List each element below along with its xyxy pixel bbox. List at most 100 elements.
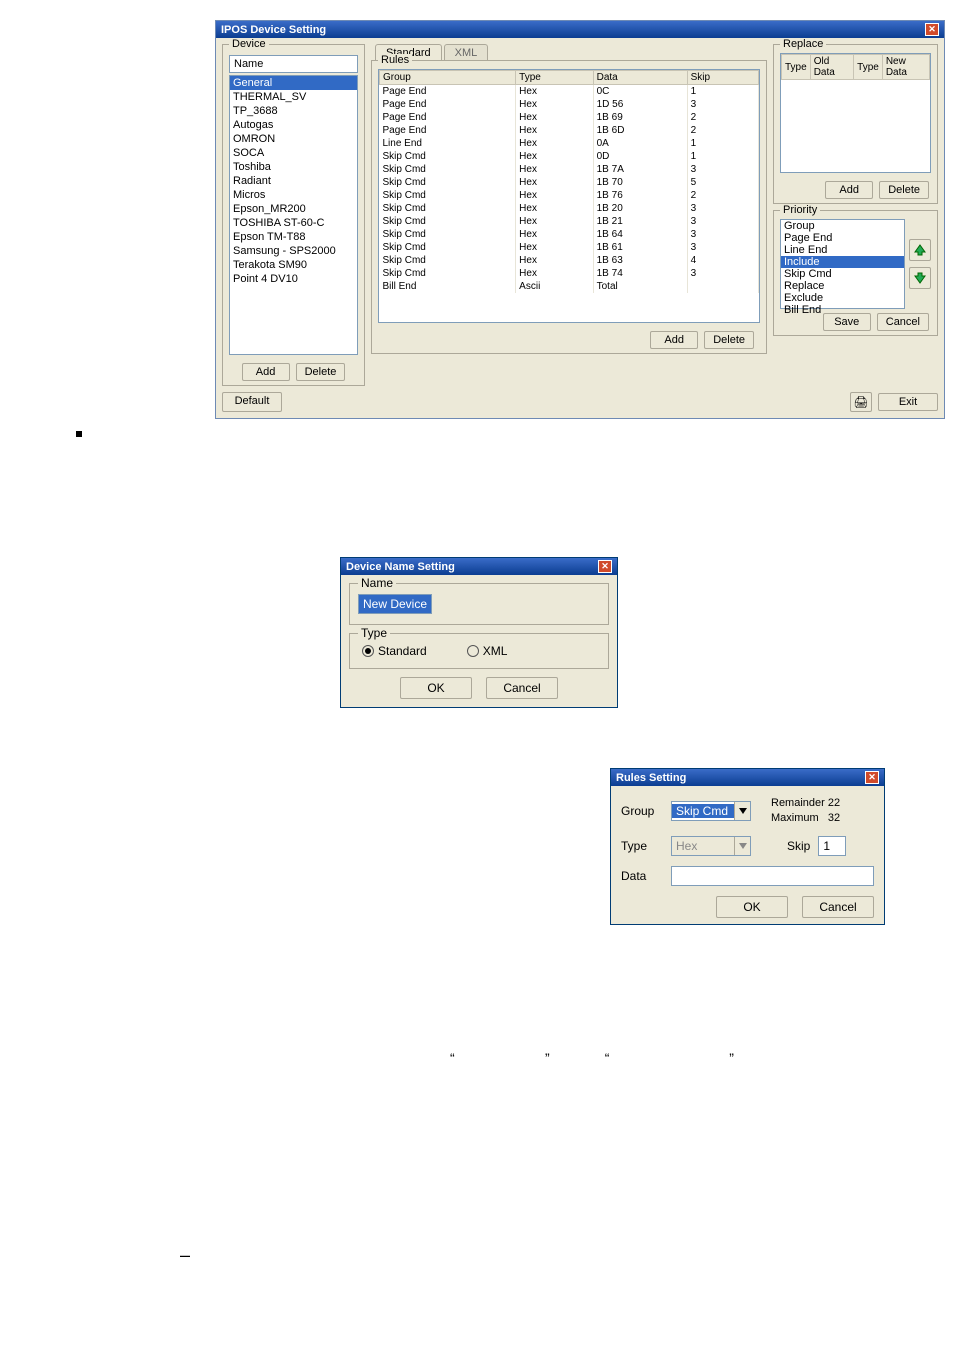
- cancel-button[interactable]: Cancel: [802, 896, 874, 918]
- dialog-title: Device Name Setting: [346, 561, 455, 573]
- rules-header[interactable]: Group: [380, 71, 516, 85]
- priority-item[interactable]: Include: [781, 256, 904, 268]
- replace-grid[interactable]: TypeOld DataTypeNew Data: [780, 53, 931, 173]
- data-input[interactable]: [671, 866, 874, 886]
- replace-header[interactable]: Old Data: [810, 55, 853, 80]
- exit-button[interactable]: Exit: [878, 393, 938, 411]
- rules-header[interactable]: Data: [593, 71, 687, 85]
- arrow-up-icon: [914, 244, 926, 256]
- rules-add-button[interactable]: Add: [650, 331, 698, 349]
- rules-grid[interactable]: GroupTypeDataSkip Page EndHex0C1Page End…: [378, 69, 760, 323]
- rules-header[interactable]: Skip: [687, 71, 758, 85]
- priority-item[interactable]: Group: [781, 220, 904, 232]
- window-title: IPOS Device Setting: [221, 24, 326, 36]
- priority-item[interactable]: Line End: [781, 244, 904, 256]
- table-row[interactable]: Skip CmdHex1B 613: [380, 241, 759, 254]
- remainder-maximum-text: Remainder 22 Maximum 32: [771, 796, 840, 826]
- rules-delete-button[interactable]: Delete: [704, 331, 754, 349]
- chevron-down-icon[interactable]: [734, 802, 750, 820]
- table-row[interactable]: Page EndHex1B 692: [380, 111, 759, 124]
- device-add-button[interactable]: Add: [242, 363, 290, 381]
- priority-fieldset: Priority GroupPage EndLine EndIncludeSki…: [773, 210, 938, 336]
- device-list-item[interactable]: Autogas: [230, 118, 357, 132]
- close-icon[interactable]: ✕: [925, 23, 939, 36]
- table-row[interactable]: Line EndHex0A1: [380, 137, 759, 150]
- replace-delete-button[interactable]: Delete: [879, 181, 929, 199]
- rules-legend: Rules: [378, 54, 412, 66]
- tab-bar: Standard XML: [375, 44, 767, 61]
- priority-legend: Priority: [780, 204, 820, 216]
- table-row[interactable]: Skip CmdHex1B 762: [380, 189, 759, 202]
- priority-list[interactable]: GroupPage EndLine EndIncludeSkip CmdRepl…: [780, 219, 905, 309]
- replace-add-button[interactable]: Add: [825, 181, 873, 199]
- table-row[interactable]: Skip CmdHex1B 705: [380, 176, 759, 189]
- priority-item[interactable]: Skip Cmd: [781, 268, 904, 280]
- name-legend: Name: [358, 576, 396, 590]
- device-delete-button[interactable]: Delete: [296, 363, 346, 381]
- replace-header[interactable]: New Data: [882, 55, 929, 80]
- table-row[interactable]: Skip CmdHex0D1: [380, 150, 759, 163]
- table-row[interactable]: Page EndHex1B 6D2: [380, 124, 759, 137]
- device-list-item[interactable]: Micros: [230, 188, 357, 202]
- tab-xml[interactable]: XML: [444, 44, 489, 61]
- priority-cancel-button[interactable]: Cancel: [877, 313, 929, 331]
- skip-input[interactable]: 1: [818, 836, 846, 856]
- ok-button[interactable]: OK: [400, 677, 472, 699]
- device-legend: Device: [229, 38, 269, 50]
- device-list[interactable]: GeneralTHERMAL_SVTP_3688AutogasOMRONSOCA…: [229, 75, 358, 355]
- group-combo[interactable]: Skip Cmd: [671, 801, 751, 821]
- table-row[interactable]: Skip CmdHex1B 7A3: [380, 163, 759, 176]
- bullet-marker: [76, 429, 884, 437]
- table-row[interactable]: Bill EndAsciiTotal: [380, 280, 759, 293]
- device-list-item[interactable]: Epson TM-T88: [230, 230, 357, 244]
- device-list-item[interactable]: Toshiba: [230, 160, 357, 174]
- device-list-item[interactable]: Terakota SM90: [230, 258, 357, 272]
- table-row[interactable]: Skip CmdHex1B 643: [380, 228, 759, 241]
- close-icon[interactable]: ✕: [598, 560, 612, 573]
- device-list-item[interactable]: OMRON: [230, 132, 357, 146]
- device-list-item[interactable]: Epson_MR200: [230, 202, 357, 216]
- rules-header[interactable]: Type: [516, 71, 593, 85]
- device-list-item[interactable]: Point 4 DV10: [230, 272, 357, 286]
- table-row[interactable]: Page EndHex0C1: [380, 85, 759, 99]
- device-list-item[interactable]: Radiant: [230, 174, 357, 188]
- device-list-item[interactable]: General: [230, 76, 357, 90]
- device-fieldset: Device Name GeneralTHERMAL_SVTP_3688Auto…: [222, 44, 365, 386]
- ipos-device-setting-window: IPOS Device Setting ✕ Device Name Genera…: [215, 20, 945, 419]
- device-name-input[interactable]: New Device: [358, 594, 432, 614]
- radio-off-icon: [467, 645, 479, 657]
- ok-button[interactable]: OK: [716, 896, 788, 918]
- table-row[interactable]: Skip CmdHex1B 634: [380, 254, 759, 267]
- device-list-item[interactable]: Samsung - SPS2000: [230, 244, 357, 258]
- table-row[interactable]: Page EndHex1D 563: [380, 98, 759, 111]
- table-row[interactable]: Skip CmdHex1B 213: [380, 215, 759, 228]
- device-list-item[interactable]: TP_3688: [230, 104, 357, 118]
- name-fieldset: Name New Device: [349, 583, 609, 625]
- default-button[interactable]: Default: [222, 392, 282, 412]
- priority-item[interactable]: Replace: [781, 280, 904, 292]
- chevron-down-icon: [734, 837, 750, 855]
- cancel-button[interactable]: Cancel: [486, 677, 558, 699]
- priority-up-button[interactable]: [909, 239, 931, 261]
- close-icon[interactable]: ✕: [865, 771, 879, 784]
- device-list-item[interactable]: THERMAL_SV: [230, 90, 357, 104]
- replace-header[interactable]: Type: [854, 55, 883, 80]
- device-list-item[interactable]: SOCA: [230, 146, 357, 160]
- type-fieldset: Type Standard XML: [349, 633, 609, 669]
- priority-item[interactable]: Exclude: [781, 292, 904, 304]
- replace-fieldset: Replace TypeOld DataTypeNew Data Add Del…: [773, 44, 938, 204]
- table-row[interactable]: Skip CmdHex1B 203: [380, 202, 759, 215]
- priority-down-button[interactable]: [909, 267, 931, 289]
- radio-xml[interactable]: XML: [467, 644, 508, 658]
- device-list-item[interactable]: TOSHIBA ST-60-C: [230, 216, 357, 230]
- print-icon[interactable]: 🖨: [850, 392, 872, 412]
- dash-char: –: [180, 1245, 884, 1266]
- device-name-label: Name: [229, 55, 358, 73]
- priority-save-button[interactable]: Save: [823, 313, 871, 331]
- skip-label: Skip: [787, 839, 810, 853]
- priority-item[interactable]: Page End: [781, 232, 904, 244]
- table-row[interactable]: Skip CmdHex1B 743: [380, 267, 759, 280]
- dialog-title: Rules Setting: [616, 772, 686, 784]
- radio-standard[interactable]: Standard: [362, 644, 427, 658]
- replace-header[interactable]: Type: [782, 55, 811, 80]
